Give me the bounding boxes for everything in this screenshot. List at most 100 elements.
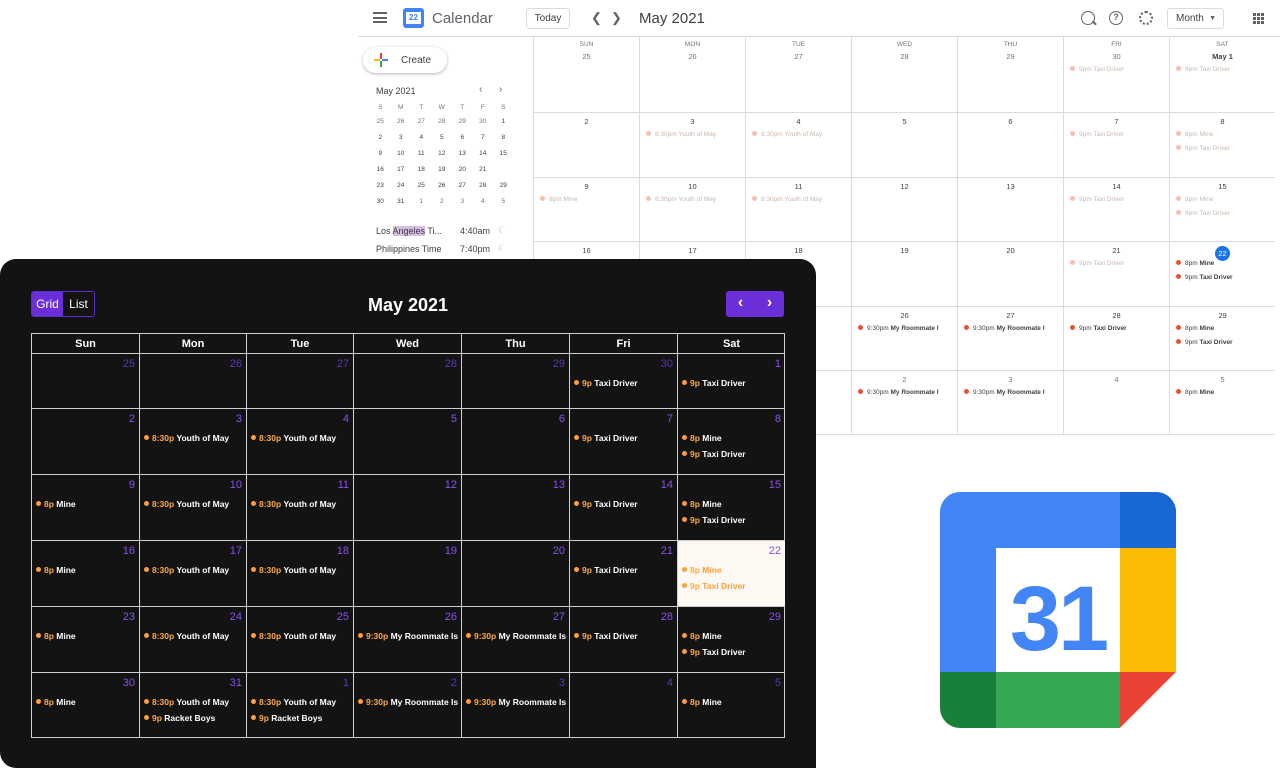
apps-icon[interactable] (1253, 13, 1264, 24)
calendar-event[interactable]: 9:30pm My Roommate I (964, 389, 1045, 396)
day-cell[interactable]: 11 8:30p Youth of May (246, 474, 353, 540)
mini-day[interactable]: 29 (493, 178, 514, 194)
calendar-event[interactable]: 9p Taxi Driver (574, 433, 675, 443)
month-cell[interactable]: 19 (851, 242, 957, 307)
month-cell[interactable]: 27 9:30pm My Roommate I (957, 307, 1063, 371)
calendar-event[interactable]: 8pm Mine (1176, 389, 1214, 396)
calendar-event[interactable]: 8p Mine (682, 631, 783, 641)
month-cell[interactable]: 2 (533, 113, 639, 178)
month-cell[interactable]: FRI 30 9pm Taxi Driver (1063, 37, 1169, 113)
calendar-event[interactable]: 9:30p My Roommate Is a (466, 631, 567, 641)
month-cell[interactable]: SUN 25 (533, 37, 639, 113)
month-cell[interactable]: 3 8:30pm Youth of May (639, 113, 745, 178)
month-cell[interactable]: 26 9:30pm My Roommate I (851, 307, 957, 371)
calendar-event[interactable]: 9pm Taxi Driver (1176, 66, 1230, 73)
calendar-event[interactable]: 9pm Taxi Driver (1176, 339, 1233, 346)
day-number[interactable]: 16 (534, 246, 639, 255)
calendar-event[interactable]: 9pm Taxi Driver (1176, 210, 1230, 217)
day-number[interactable]: 5 (852, 117, 957, 126)
month-cell[interactable]: 14 9pm Taxi Driver (1063, 178, 1169, 242)
day-number[interactable]: 3 (958, 375, 1063, 384)
calendar-event[interactable]: 8p Mine (682, 433, 783, 443)
day-number[interactable]: 20 (958, 246, 1063, 255)
prev-month-button[interactable]: ‹ (726, 291, 755, 317)
day-cell[interactable]: 4 (569, 672, 677, 738)
month-cell[interactable]: THU 29 (957, 37, 1063, 113)
mini-day[interactable]: 5 (493, 194, 514, 210)
month-cell[interactable]: 12 (851, 178, 957, 242)
day-number[interactable]: 15 (1170, 182, 1275, 191)
day-number[interactable]: 17 (640, 246, 745, 255)
month-cell[interactable]: 5 8pm Mine (1169, 371, 1275, 435)
month-cell[interactable]: 29 8pm Mine 9pm Taxi Driver (1169, 307, 1275, 371)
calendar-event[interactable]: 8:30p Youth of May (144, 565, 244, 575)
day-cell[interactable]: 22 8p Mine 9p Taxi Driver (677, 540, 785, 606)
month-cell[interactable]: 15 8pm Mine 9pm Taxi Driver (1169, 178, 1275, 242)
calendar-event[interactable]: 8p Mine (36, 631, 137, 641)
month-cell[interactable]: 20 (957, 242, 1063, 307)
mini-day[interactable]: 25 (411, 178, 432, 194)
month-cell[interactable]: TUE 27 (745, 37, 851, 113)
calendar-event[interactable]: 9pm Taxi Driver (1070, 260, 1124, 267)
mini-day[interactable]: 3 (452, 194, 473, 210)
day-cell[interactable]: 27 9:30p My Roommate Is a (461, 606, 569, 672)
day-cell[interactable]: 9 8p Mine (32, 474, 139, 540)
mini-day[interactable]: 18 (411, 162, 432, 178)
day-number[interactable]: 8 (1170, 117, 1275, 126)
mini-day[interactable]: 19 (432, 162, 453, 178)
calendar-event[interactable]: 8p Mine (682, 565, 783, 575)
mini-day[interactable]: 30 (473, 114, 494, 130)
calendar-event[interactable]: 8:30pm Youth of May (752, 196, 822, 203)
day-cell[interactable]: 5 (353, 408, 461, 474)
calendar-event[interactable]: 8:30p Youth of May (251, 499, 351, 509)
calendar-event[interactable]: 9pm Taxi Driver (1070, 196, 1124, 203)
calendar-event[interactable]: 8p Mine (36, 499, 137, 509)
mini-day[interactable]: 22 (493, 162, 514, 178)
mini-day[interactable]: 10 (391, 146, 412, 162)
day-number[interactable]: 28 (852, 52, 957, 61)
day-number[interactable]: 9 (534, 182, 639, 191)
mini-day[interactable]: 15 (493, 146, 514, 162)
prev-month-icon[interactable]: ❮ (591, 10, 602, 26)
calendar-event[interactable]: 8:30pm Youth of May (646, 131, 716, 138)
mini-day[interactable]: 30 (370, 194, 391, 210)
day-cell[interactable]: 28 9p Taxi Driver (569, 606, 677, 672)
calendar-event[interactable]: 9p Taxi Driver (682, 515, 783, 525)
mini-day[interactable]: 28 (473, 178, 494, 194)
calendar-event[interactable]: 9:30pm My Roommate I (964, 325, 1045, 332)
calendar-event[interactable]: 8:30p Youth of May (251, 565, 351, 575)
calendar-event[interactable]: 8:30p Youth of May (144, 631, 244, 641)
mini-day[interactable]: 27 (452, 178, 473, 194)
day-cell[interactable]: 6 (461, 408, 569, 474)
calendar-event[interactable]: 8p Mine (682, 499, 783, 509)
day-number[interactable]: 28 (1064, 311, 1169, 320)
mini-day[interactable]: 21 (473, 162, 494, 178)
calendar-event[interactable]: 8pm Mine (1176, 131, 1214, 138)
day-cell[interactable]: 30 9p Taxi Driver (569, 354, 677, 408)
mini-day[interactable]: 1 (493, 114, 514, 130)
month-cell[interactable]: 5 (851, 113, 957, 178)
mini-day[interactable]: 24 (391, 178, 412, 194)
day-cell[interactable]: 7 9p Taxi Driver (569, 408, 677, 474)
day-cell[interactable]: 17 8:30p Youth of May (139, 540, 246, 606)
calendar-event[interactable]: 9p Racket Boys (144, 713, 244, 723)
month-cell[interactable]: 7 9pm Taxi Driver (1063, 113, 1169, 178)
calendar-event[interactable]: 9p Taxi Driver (574, 378, 675, 388)
month-cell[interactable]: 22 8pm Mine 9pm Taxi Driver (1169, 242, 1275, 307)
calendar-event[interactable]: 8p Mine (682, 697, 783, 707)
mini-day[interactable]: 4 (411, 130, 432, 146)
day-cell[interactable]: 26 9:30p My Roommate Is a (353, 606, 461, 672)
month-cell[interactable]: 10 8:30pm Youth of May (639, 178, 745, 242)
day-cell[interactable]: 20 (461, 540, 569, 606)
calendar-event[interactable]: 9pm Taxi Driver (1070, 66, 1124, 73)
calendar-event[interactable]: 8:30p Youth of May (251, 631, 351, 641)
next-month-button[interactable]: › (755, 291, 784, 317)
day-number[interactable]: 4 (1064, 375, 1169, 384)
day-cell[interactable]: 29 (461, 354, 569, 408)
day-number[interactable]: 29 (1170, 311, 1275, 320)
day-number[interactable]: 19 (852, 246, 957, 255)
month-cell[interactable]: 9 8pm Mine (533, 178, 639, 242)
day-cell[interactable]: 1 8:30p Youth of May 9p Racket Boys (246, 672, 353, 738)
day-number[interactable]: 25 (534, 52, 639, 61)
day-cell[interactable]: 4 8:30p Youth of May (246, 408, 353, 474)
